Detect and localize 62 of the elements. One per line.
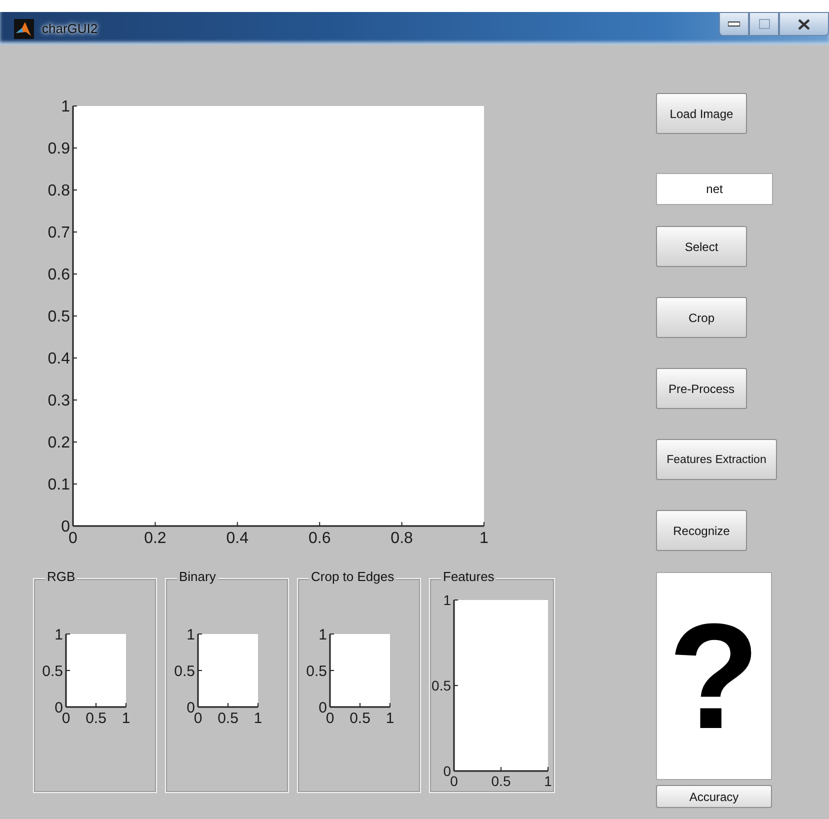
- action-button[interactable]: Features Extraction: [656, 439, 777, 480]
- app-logo-icon: [14, 18, 34, 38]
- tick-label: 0.5: [432, 677, 451, 694]
- x-axis: [66, 702, 126, 708]
- tick-label: 0.6: [308, 530, 331, 547]
- tick-label: 0: [68, 530, 78, 547]
- tick-label: 0.5: [174, 662, 195, 680]
- tick-label: 0.5: [42, 662, 63, 680]
- tick-label: 1: [544, 773, 552, 789]
- tick-label: 1: [254, 710, 262, 727]
- tick-label: 0: [61, 518, 70, 536]
- window-title: charGUI2: [42, 21, 99, 36]
- tick-label: 0.5: [86, 710, 106, 727]
- action-button[interactable]: Recognize: [656, 510, 747, 551]
- tick-label: 0.2: [144, 530, 166, 547]
- action-button[interactable]: Crop: [656, 297, 747, 338]
- panel-title: Crop to Edges: [309, 569, 396, 585]
- action-button[interactable]: Pre-Process: [656, 368, 747, 409]
- minimize-button[interactable]: [719, 12, 749, 36]
- tick-label: 0: [186, 699, 195, 716]
- x-axis: [198, 702, 258, 708]
- tick-label: 0: [443, 762, 451, 779]
- tick-label: 0.8: [48, 182, 70, 200]
- maximize-icon: [758, 19, 770, 29]
- close-icon: [798, 18, 810, 30]
- tick-label: 1: [480, 530, 488, 547]
- tick-label: 1: [186, 626, 195, 644]
- tick-label: 1: [122, 710, 130, 727]
- tick-label: 0.9: [48, 140, 70, 158]
- tick-label: 0.3: [48, 392, 70, 410]
- tick-label: 1: [61, 98, 70, 116]
- action-button[interactable]: Load Image: [656, 93, 747, 134]
- tick-label: 0.5: [306, 662, 327, 680]
- tick-label: 1: [443, 592, 451, 608]
- tick-label: 0: [62, 710, 70, 727]
- tick-label: 0.7: [48, 224, 70, 242]
- tick-label: 0.4: [226, 530, 249, 547]
- tick-label: 0: [326, 710, 334, 727]
- tick-label: 0: [54, 699, 63, 716]
- result-character: ?: [668, 601, 760, 751]
- tick-label: 0: [318, 699, 327, 716]
- tick-label: 0.5: [48, 308, 70, 326]
- tick-label: 0.2: [48, 434, 70, 452]
- tick-label: 1: [318, 626, 327, 644]
- tick-label: 0.5: [491, 773, 511, 789]
- tick-label: 0.1: [48, 476, 70, 494]
- tick-label: 0.5: [350, 710, 370, 727]
- action-button[interactable]: Select: [656, 226, 747, 267]
- tick-label: 0: [450, 773, 458, 789]
- x-axis: [330, 702, 390, 708]
- panel-title: Binary: [177, 569, 218, 585]
- minimize-icon: [728, 21, 740, 27]
- tick-label: 1: [386, 710, 394, 727]
- tick-label: 0.4: [48, 350, 70, 368]
- text-field[interactable]: net: [656, 173, 773, 205]
- close-button[interactable]: [779, 12, 829, 36]
- accuracy-button[interactable]: Accuracy: [656, 785, 772, 808]
- tick-label: 0.6: [48, 266, 70, 284]
- tick-label: 0: [194, 710, 202, 727]
- tick-label: 0.8: [390, 530, 413, 547]
- tick-label: 0.5: [218, 710, 238, 727]
- tick-label: 1: [54, 626, 63, 644]
